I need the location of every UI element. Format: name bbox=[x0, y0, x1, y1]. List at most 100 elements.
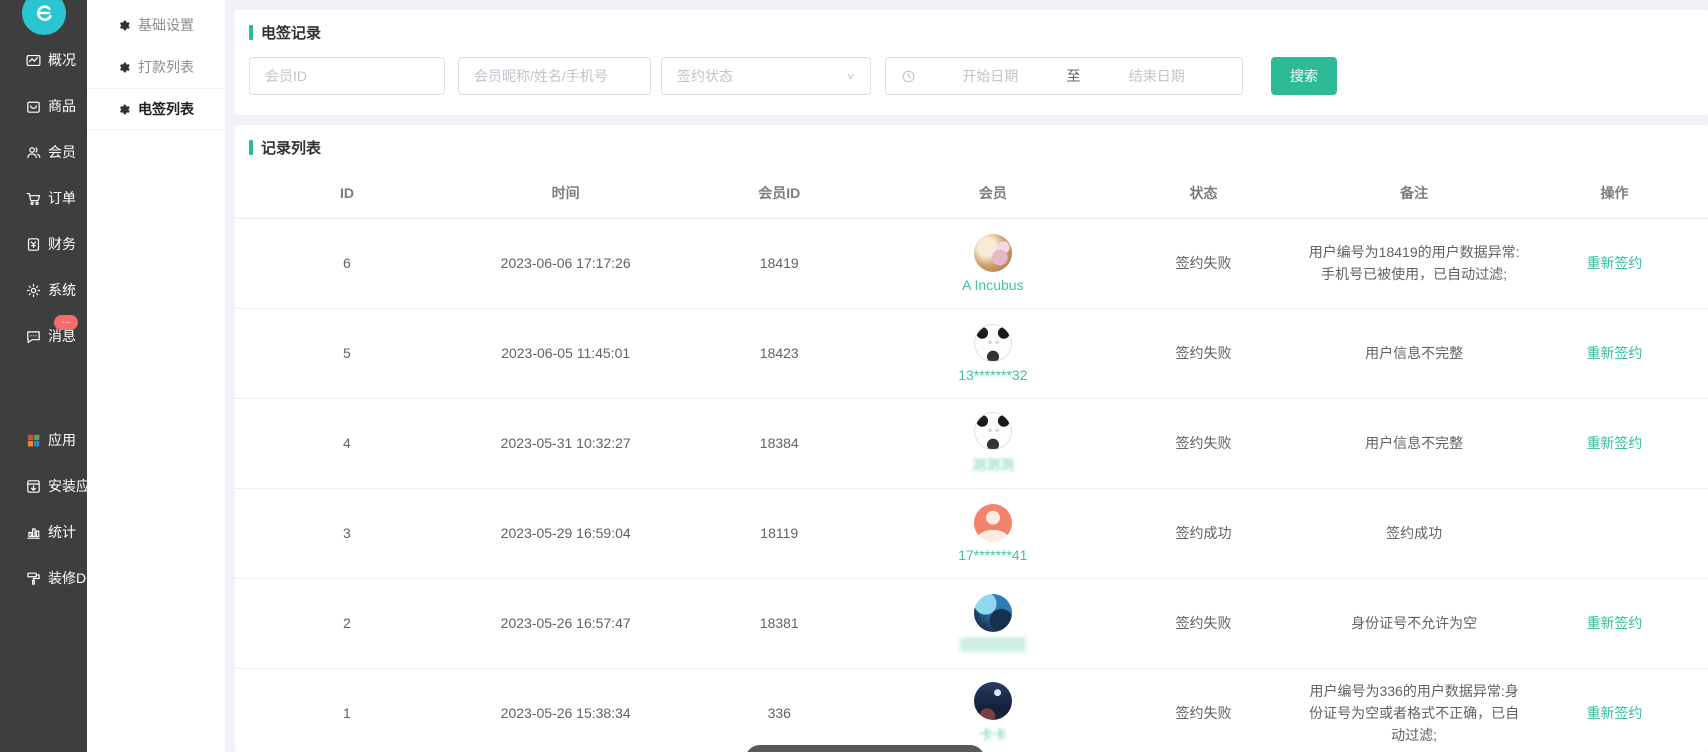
resign-link[interactable]: 重新签约 bbox=[1586, 705, 1642, 721]
submenu-item-basic-settings[interactable]: 基础设置 bbox=[87, 4, 225, 46]
member-name-link[interactable]: 13*******32 bbox=[958, 367, 1027, 383]
member-cell: A Incubus bbox=[886, 234, 1100, 293]
chevron-down-icon: ∨ bbox=[846, 71, 855, 81]
overview-icon bbox=[25, 52, 42, 69]
sidebar-item-label: 安装应用 bbox=[48, 476, 87, 496]
cell-status: 签约失败 bbox=[1100, 218, 1308, 308]
secondary-sidebar: 基础设置 打款列表 电签列表 bbox=[87, 0, 225, 752]
install-app-icon bbox=[25, 478, 42, 495]
table-header-row: ID时间会员ID会员状态备注操作 bbox=[235, 168, 1708, 218]
resign-link[interactable]: 重新签约 bbox=[1586, 255, 1642, 271]
resign-link[interactable]: 重新签约 bbox=[1586, 435, 1642, 451]
sign-status-placeholder: 签约状态 bbox=[677, 66, 733, 86]
submenu-item-esign-list[interactable]: 电签列表 bbox=[87, 88, 225, 130]
resign-link[interactable]: 重新签约 bbox=[1586, 345, 1642, 361]
cell-id: 2 bbox=[235, 578, 459, 668]
remark-text: 用户编号为18419的用户数据异常: 手机号已被使用，已自动过滤; bbox=[1307, 241, 1521, 285]
cell-id: 4 bbox=[235, 398, 459, 488]
sidebar-item-label: 商品 bbox=[48, 96, 76, 116]
sidebar-item-finance[interactable]: 财务 bbox=[0, 221, 87, 267]
cell-actions: 重新签约 bbox=[1521, 668, 1708, 752]
submenu-item-label: 电签列表 bbox=[138, 99, 194, 119]
gear-icon bbox=[117, 61, 130, 74]
app-window: 概况 商品 会员 订单 财务 系统 消息 ... 应 bbox=[0, 0, 1708, 752]
cell-member-id: 18384 bbox=[672, 398, 886, 488]
gear-icon bbox=[25, 282, 42, 299]
member-name-link[interactable]: 17*******41 bbox=[958, 547, 1027, 563]
cell-remark: 用户编号为336的用户数据异常:身份证号为空或者格式不正确，已自动过滤; bbox=[1307, 668, 1521, 752]
start-date-placeholder: 开始日期 bbox=[920, 66, 1061, 86]
filter-controls: 签约状态 ∨ 开始日期 至 结束日期 搜索 bbox=[249, 57, 1694, 95]
date-range-picker[interactable]: 开始日期 至 结束日期 bbox=[885, 57, 1243, 95]
sidebar-item-orders[interactable]: 订单 bbox=[0, 175, 87, 221]
member-name-link[interactable] bbox=[960, 637, 1026, 652]
app-logo[interactable] bbox=[22, 0, 66, 35]
cell-status: 签约失败 bbox=[1100, 308, 1308, 398]
records-title-text: 记录列表 bbox=[261, 137, 321, 158]
cell-time: 2023-05-31 10:32:27 bbox=[459, 398, 673, 488]
column-header: 操作 bbox=[1521, 168, 1708, 218]
column-header: ID bbox=[235, 168, 459, 218]
stats-icon bbox=[25, 524, 42, 541]
member-info-input[interactable] bbox=[474, 68, 635, 84]
cell-actions: 重新签约 bbox=[1521, 578, 1708, 668]
member-id-input[interactable] bbox=[265, 68, 429, 84]
sidebar-item-members[interactable]: 会员 bbox=[0, 129, 87, 175]
apps-icon bbox=[25, 432, 42, 449]
member-name-link[interactable]: 卡卡 bbox=[979, 725, 1007, 745]
sidebar-item-decoration-diy[interactable]: 装修DIY bbox=[0, 555, 87, 601]
date-range-separator: 至 bbox=[1061, 66, 1087, 86]
end-date-placeholder: 结束日期 bbox=[1087, 66, 1228, 86]
submenu-item-payment-list[interactable]: 打款列表 bbox=[87, 46, 225, 88]
cell-remark: 用户信息不完整 bbox=[1307, 398, 1521, 488]
resign-link[interactable]: 重新签约 bbox=[1586, 615, 1642, 631]
remark-text: 身份证号不允许为空 bbox=[1307, 612, 1521, 634]
search-button[interactable]: 搜索 bbox=[1271, 57, 1337, 95]
cell-time: 2023-06-05 11:45:01 bbox=[459, 308, 673, 398]
sidebar-item-goods[interactable]: 商品 bbox=[0, 83, 87, 129]
cell-time: 2023-05-26 16:57:47 bbox=[459, 578, 673, 668]
member-info-field-wrap bbox=[458, 57, 651, 95]
cell-status: 签约成功 bbox=[1100, 488, 1308, 578]
remark-text: 用户信息不完整 bbox=[1307, 342, 1521, 364]
sidebar-item-messages[interactable]: 消息 ... bbox=[0, 313, 87, 359]
cell-remark: 用户信息不完整 bbox=[1307, 308, 1521, 398]
gear-icon bbox=[117, 103, 130, 116]
sidebar-item-label: 会员 bbox=[48, 142, 76, 162]
avatar bbox=[974, 412, 1012, 450]
column-header: 状态 bbox=[1100, 168, 1308, 218]
member-cell: 13*******32 bbox=[886, 324, 1100, 383]
message-count-badge: ... bbox=[54, 315, 78, 330]
submenu-item-label: 打款列表 bbox=[138, 57, 194, 77]
member-name-link[interactable]: 测测测 bbox=[972, 455, 1014, 475]
member-cell: 测测测 bbox=[886, 412, 1100, 475]
column-header: 会员ID bbox=[672, 168, 886, 218]
table-row: 6 2023-06-06 17:17:26 18419 A Incubus 签约… bbox=[235, 218, 1708, 308]
avatar bbox=[974, 682, 1012, 720]
avatar bbox=[974, 324, 1012, 362]
table-row: 5 2023-06-05 11:45:01 18423 13*******32 … bbox=[235, 308, 1708, 398]
column-header: 备注 bbox=[1307, 168, 1521, 218]
sidebar-item-apps[interactable]: 应用 bbox=[0, 417, 87, 463]
member-cell: 17*******41 bbox=[886, 504, 1100, 563]
submenu-item-label: 基础设置 bbox=[138, 15, 194, 35]
cell-status: 签约失败 bbox=[1100, 578, 1308, 668]
table-row: 4 2023-05-31 10:32:27 18384 测测测 签约失败 用户信… bbox=[235, 398, 1708, 488]
sidebar-item-system[interactable]: 系统 bbox=[0, 267, 87, 313]
cell-actions bbox=[1521, 488, 1708, 578]
sidebar-item-label: 系统 bbox=[48, 280, 76, 300]
cell-member-id: 18381 bbox=[672, 578, 886, 668]
cell-status: 签约失败 bbox=[1100, 398, 1308, 488]
filter-section-title: 电签记录 bbox=[249, 22, 1694, 43]
member-id-field-wrap bbox=[249, 57, 445, 95]
gear-icon bbox=[117, 19, 130, 32]
sign-status-select[interactable]: 签约状态 ∨ bbox=[661, 57, 871, 95]
sidebar-item-overview[interactable]: 概况 bbox=[0, 37, 87, 83]
member-name-link[interactable]: A Incubus bbox=[962, 277, 1024, 293]
sidebar-item-install-apps[interactable]: 安装应用 bbox=[0, 463, 87, 509]
cell-time: 2023-05-29 16:59:04 bbox=[459, 488, 673, 578]
sidebar-item-label: 财务 bbox=[48, 234, 76, 254]
filter-card: 电签记录 签约状态 ∨ 开始日期 至 bbox=[235, 10, 1708, 115]
cell-actions: 重新签约 bbox=[1521, 218, 1708, 308]
sidebar-item-statistics[interactable]: 统计 bbox=[0, 509, 87, 555]
